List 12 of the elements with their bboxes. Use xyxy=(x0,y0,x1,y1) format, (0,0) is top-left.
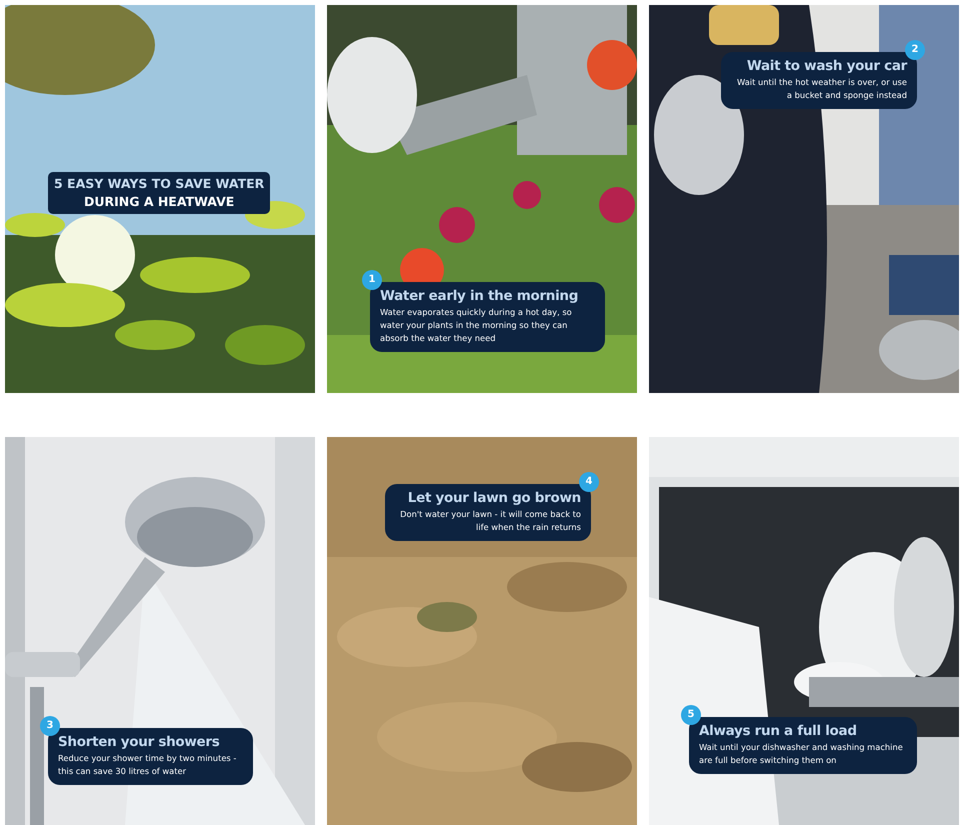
tip-heading: Always run a full load xyxy=(699,723,858,739)
title-line: DURING A HEATWAVE xyxy=(84,193,234,211)
title-line: 5 EASY WAYS TO SAVE WATER xyxy=(54,175,264,193)
tip-text: Water evaporates quickly during a hot day, so water your plants in the morning so they can absorb the water they need xyxy=(380,306,573,345)
tip-text: Wait until your dishwasher and washing machine are full before switching them on xyxy=(699,741,904,767)
tip-heading: Water early in the morning xyxy=(380,288,580,304)
tip-heading: Shorten your showers xyxy=(58,734,220,750)
tip-text: Don't water your lawn - it will come back to life when the rain returns xyxy=(399,508,581,534)
tip-text: Wait until the hot weather is over, or use a bucket and sponge instead xyxy=(736,76,907,102)
tip-text: Reduce your shower time by two minutes - this can save 30 litres of water xyxy=(58,752,238,778)
tip-heading: Let your lawn go brown xyxy=(406,490,581,506)
tip-heading: Wait to wash your car xyxy=(746,58,907,74)
